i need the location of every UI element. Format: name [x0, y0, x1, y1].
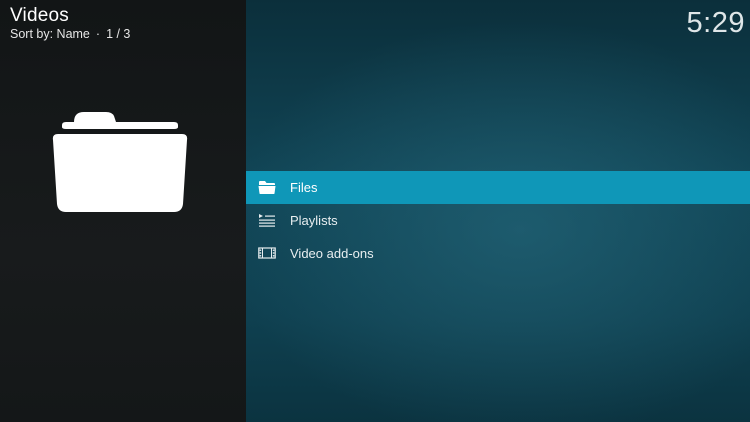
- menu-item-files[interactable]: Files: [246, 171, 750, 204]
- main-menu: Files Playlists Video add-ons: [246, 171, 750, 270]
- film-icon: [258, 247, 276, 259]
- menu-item-label: Video add-ons: [290, 246, 374, 261]
- menu-item-label: Playlists: [290, 213, 338, 228]
- playlist-icon: [259, 214, 275, 227]
- menu-item-playlists[interactable]: Playlists: [246, 204, 750, 237]
- menu-item-label: Files: [290, 180, 318, 195]
- folder-icon: [52, 112, 188, 212]
- item-position: 1 / 3: [106, 27, 131, 41]
- clock: 5:29: [686, 7, 745, 39]
- preview-panel: [0, 0, 246, 422]
- folder-icon: [258, 181, 276, 194]
- sort-info: Sort by: Name · 1 / 3: [10, 27, 130, 42]
- page-title: Videos: [10, 5, 69, 26]
- menu-item-video-addons[interactable]: Video add-ons: [246, 237, 750, 270]
- separator: ·: [95, 27, 101, 41]
- header: Videos Sort by: Name · 1 / 3: [10, 6, 130, 42]
- sort-label[interactable]: Sort by: Name: [10, 27, 90, 41]
